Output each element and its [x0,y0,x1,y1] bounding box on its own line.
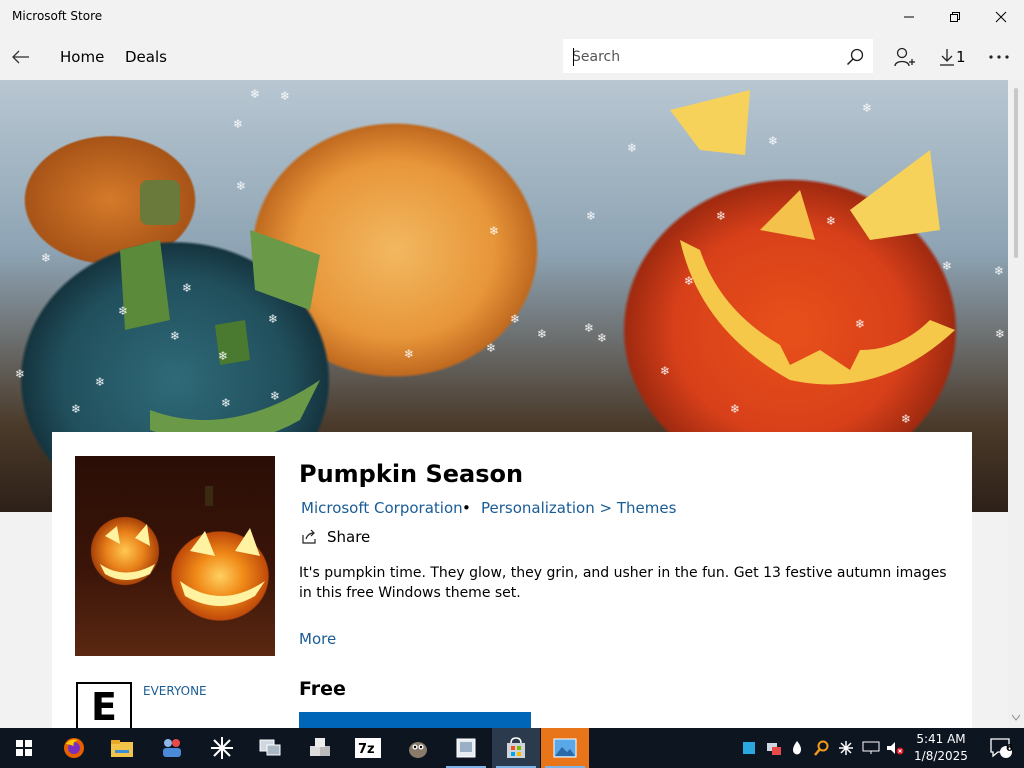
close-button[interactable] [978,0,1024,34]
back-button[interactable] [6,42,36,72]
title-bar: Microsoft Store [0,0,1024,34]
publisher-link[interactable]: Microsoft Corporation [301,499,463,517]
restore-button[interactable] [932,0,978,34]
tray-flame-icon[interactable] [790,740,804,756]
taskbar-7zip[interactable]: 7z [344,728,392,768]
tray-snowflake-icon[interactable] [838,740,854,756]
share-label: Share [327,528,371,546]
taskbar-photos[interactable] [541,728,589,768]
rating-letter: E [91,685,117,729]
minimize-icon [904,16,914,18]
cubes-icon [310,738,330,756]
minimize-button[interactable] [886,0,932,34]
search-input[interactable] [572,47,832,67]
taskbar-gimp[interactable] [394,728,442,768]
jack-o-lantern-thumbnail-artwork [100,486,265,606]
product-title: Pumpkin Season [299,460,524,488]
action-center-button[interactable]: 6 [978,728,1024,768]
account-button[interactable] [893,44,915,70]
close-icon [995,11,1007,23]
file-explorer-icon [111,740,133,757]
window-title: Microsoft Store [12,9,103,23]
category-link[interactable]: Personalization > Themes [481,499,676,517]
taskbar-cubes-app[interactable] [296,728,344,768]
store-icon [507,737,525,758]
scroll-down-icon [1011,714,1021,721]
taskbar-file-explorer[interactable] [98,728,146,768]
rating-label[interactable]: EVERYONE [143,684,207,698]
nav-bar: Home Deals 1 [0,34,1024,80]
clock-time: 5:41 AM [916,732,966,746]
start-icon [16,740,32,756]
taskbar-people[interactable] [148,728,196,768]
back-arrow-icon [12,50,29,64]
tray-app-icon[interactable] [742,741,756,755]
separator-dot: • [462,499,471,517]
tray-network-icon[interactable] [862,741,880,755]
start-button[interactable] [0,728,48,768]
share-button[interactable]: Share [301,528,370,546]
taskbar-snowflake-app[interactable] [198,728,246,768]
taskbar-network-app[interactable] [246,728,294,768]
tray-search-icon[interactable] [814,740,830,756]
taskbar-firefox[interactable] [50,728,98,768]
download-icon [940,49,954,66]
snowflake-icon [211,737,233,759]
nav-deals-link[interactable]: Deals [125,48,167,66]
people-icon [163,739,181,757]
downloads-button[interactable]: 1 [939,44,966,70]
network-icon [259,739,281,756]
share-icon [302,529,316,544]
taskbar-microsoft-store[interactable] [492,728,540,768]
taskbar: 7z 5:41 AM 1/8/2025 6 [0,728,1024,768]
notification-count: 6 [1006,743,1013,754]
svg-text:7z: 7z [358,742,375,757]
ellipsis-icon [989,55,1009,59]
restore-icon [950,12,960,22]
volume-muted-icon[interactable] [886,741,904,755]
esrb-rating-badge: E [76,682,132,732]
text-caret [573,48,574,66]
notepad-icon [456,738,476,758]
add-user-icon [894,47,915,67]
clock-date: 1/8/2025 [914,749,968,763]
system-tray [742,728,904,768]
taskbar-notepad[interactable] [442,728,490,768]
firefox-icon [64,738,84,758]
tray-network-app-icon[interactable] [766,740,782,756]
scrollbar-thumb[interactable] [1014,88,1018,258]
product-thumbnail [75,456,275,656]
downloads-count: 1 [956,48,966,66]
product-card: Pumpkin Season Microsoft Corporation • P… [52,432,972,732]
taskbar-clock[interactable]: 5:41 AM 1/8/2025 [906,731,976,765]
more-options-button[interactable] [988,44,1010,70]
nav-home-link[interactable]: Home [60,48,104,66]
product-description: It's pumpkin time. They glow, they grin,… [299,565,947,601]
gimp-icon [409,742,427,758]
search-icon[interactable] [846,48,864,66]
price-label: Free [299,678,346,700]
search-box[interactable] [563,39,873,73]
more-link[interactable]: More [299,630,336,648]
vertical-scrollbar[interactable] [1008,80,1024,728]
photos-icon [553,738,577,758]
7zip-icon: 7z [355,738,381,758]
